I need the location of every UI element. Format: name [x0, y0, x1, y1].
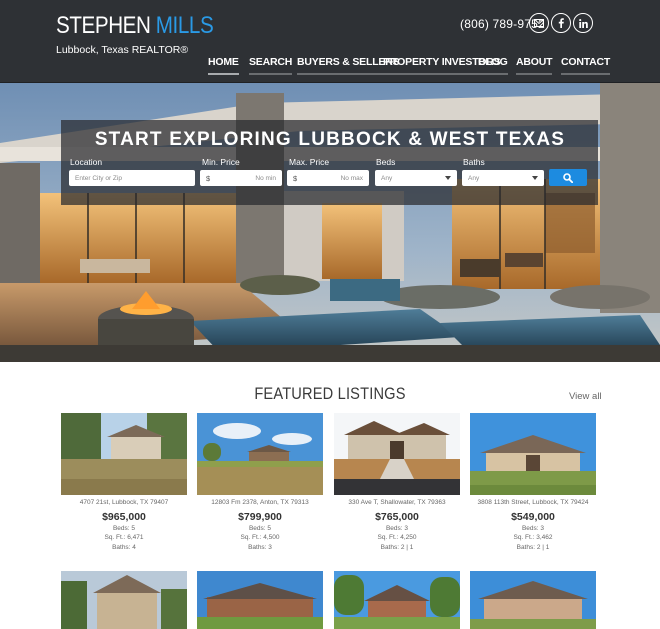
listing-card-4[interactable]: 3808 113th Street, Lubbock, TX 79424 $54… — [470, 498, 596, 552]
beds-label: Beds — [376, 157, 396, 167]
listing-baths: Baths: 4 — [112, 543, 136, 551]
listing-address: 4707 21st, Lubbock, TX 79407 — [79, 499, 169, 506]
baths-label: Baths — [463, 157, 485, 167]
listing-baths: Baths: 3 — [248, 543, 272, 551]
listing-beds: Beds: 3 — [385, 525, 409, 532]
listing-address: 330 Ave T, Shallowater, TX 79363 — [348, 499, 446, 506]
listing-sqft: Sq. Ft.: 6,471 — [104, 534, 144, 542]
nav-home[interactable]: HOME — [208, 56, 239, 75]
listing-photo-2[interactable] — [197, 413, 323, 495]
listing-photo-6[interactable] — [197, 571, 323, 629]
listing-baths: Baths: 2 | 1 — [380, 543, 414, 551]
listing-price: $549,000 — [511, 511, 555, 523]
mail-icon[interactable] — [529, 13, 549, 33]
nav-blog[interactable]: BLOG — [478, 56, 508, 75]
listing-sqft: Sq. Ft.: 3,462 — [513, 534, 553, 542]
main-nav: HOME SEARCH BUYERS & SELLERS PROPERTY IN… — [0, 56, 660, 75]
search-button[interactable] — [549, 169, 587, 186]
listing-card-3[interactable]: 330 Ave T, Shallowater, TX 79363 $765,00… — [334, 498, 460, 552]
chevron-down-icon — [532, 176, 538, 180]
max-price-label: Max. Price — [289, 157, 330, 167]
hero-banner — [0, 83, 660, 362]
listing-card-1[interactable]: 4707 21st, Lubbock, TX 79407 $965,000 Be… — [61, 498, 187, 552]
listing-photo-4[interactable] — [470, 413, 596, 495]
brand-name: STEPHEN MILLS — [56, 12, 214, 39]
chevron-down-icon — [445, 176, 451, 180]
hero-title: START EXPLORING LUBBOCK & WEST TEXAS — [94, 129, 566, 150]
location-label: Location — [70, 157, 103, 167]
listing-photo-3[interactable] — [334, 413, 460, 495]
listing-photo-5[interactable] — [61, 571, 187, 629]
view-all-link[interactable]: View all — [569, 391, 602, 402]
brand-logo[interactable]: STEPHEN MILLS Lubbock, Texas REALTOR® — [56, 12, 239, 56]
site-header: STEPHEN MILLS Lubbock, Texas REALTOR® (8… — [0, 0, 660, 83]
listing-price: $799,900 — [238, 511, 282, 523]
listing-beds: Beds: 5 — [248, 525, 272, 532]
listing-photo-8[interactable] — [470, 571, 596, 629]
listing-address: 12803 Fm 2378, Anton, TX 79313 — [211, 499, 309, 506]
listing-price: $965,000 — [102, 511, 146, 523]
listing-beds: Beds: 5 — [112, 525, 136, 532]
brand-tagline: Lubbock, Texas REALTOR® — [56, 44, 189, 56]
listing-photo-1[interactable] — [61, 413, 187, 495]
max-price-input[interactable]: $ No max — [287, 170, 369, 186]
listing-sqft: Sq. Ft.: 4,500 — [240, 534, 280, 542]
nav-search[interactable]: SEARCH — [249, 56, 292, 75]
featured-listings-title: FEATURED LISTINGS — [254, 384, 406, 403]
listing-photo-7[interactable] — [334, 571, 460, 629]
nav-about[interactable]: ABOUT — [516, 56, 553, 75]
location-input[interactable]: Enter City or Zip — [69, 170, 195, 186]
beds-select[interactable]: Any — [375, 170, 457, 186]
min-price-input[interactable]: $ No min — [200, 170, 282, 186]
linkedin-icon[interactable] — [573, 13, 593, 33]
facebook-icon[interactable] — [551, 13, 571, 33]
listing-beds: Beds: 3 — [521, 525, 545, 532]
nav-contact[interactable]: CONTACT — [561, 56, 610, 75]
listing-card-2[interactable]: 12803 Fm 2378, Anton, TX 79313 $799,900 … — [197, 498, 323, 552]
listing-baths: Baths: 2 | 1 — [516, 543, 550, 551]
listing-price: $765,000 — [375, 511, 419, 523]
listing-address: 3808 113th Street, Lubbock, TX 79424 — [477, 499, 589, 506]
search-icon — [563, 172, 573, 183]
baths-select[interactable]: Any — [462, 170, 544, 186]
min-price-label: Min. Price — [202, 157, 240, 167]
listing-sqft: Sq. Ft.: 4,250 — [377, 534, 417, 542]
